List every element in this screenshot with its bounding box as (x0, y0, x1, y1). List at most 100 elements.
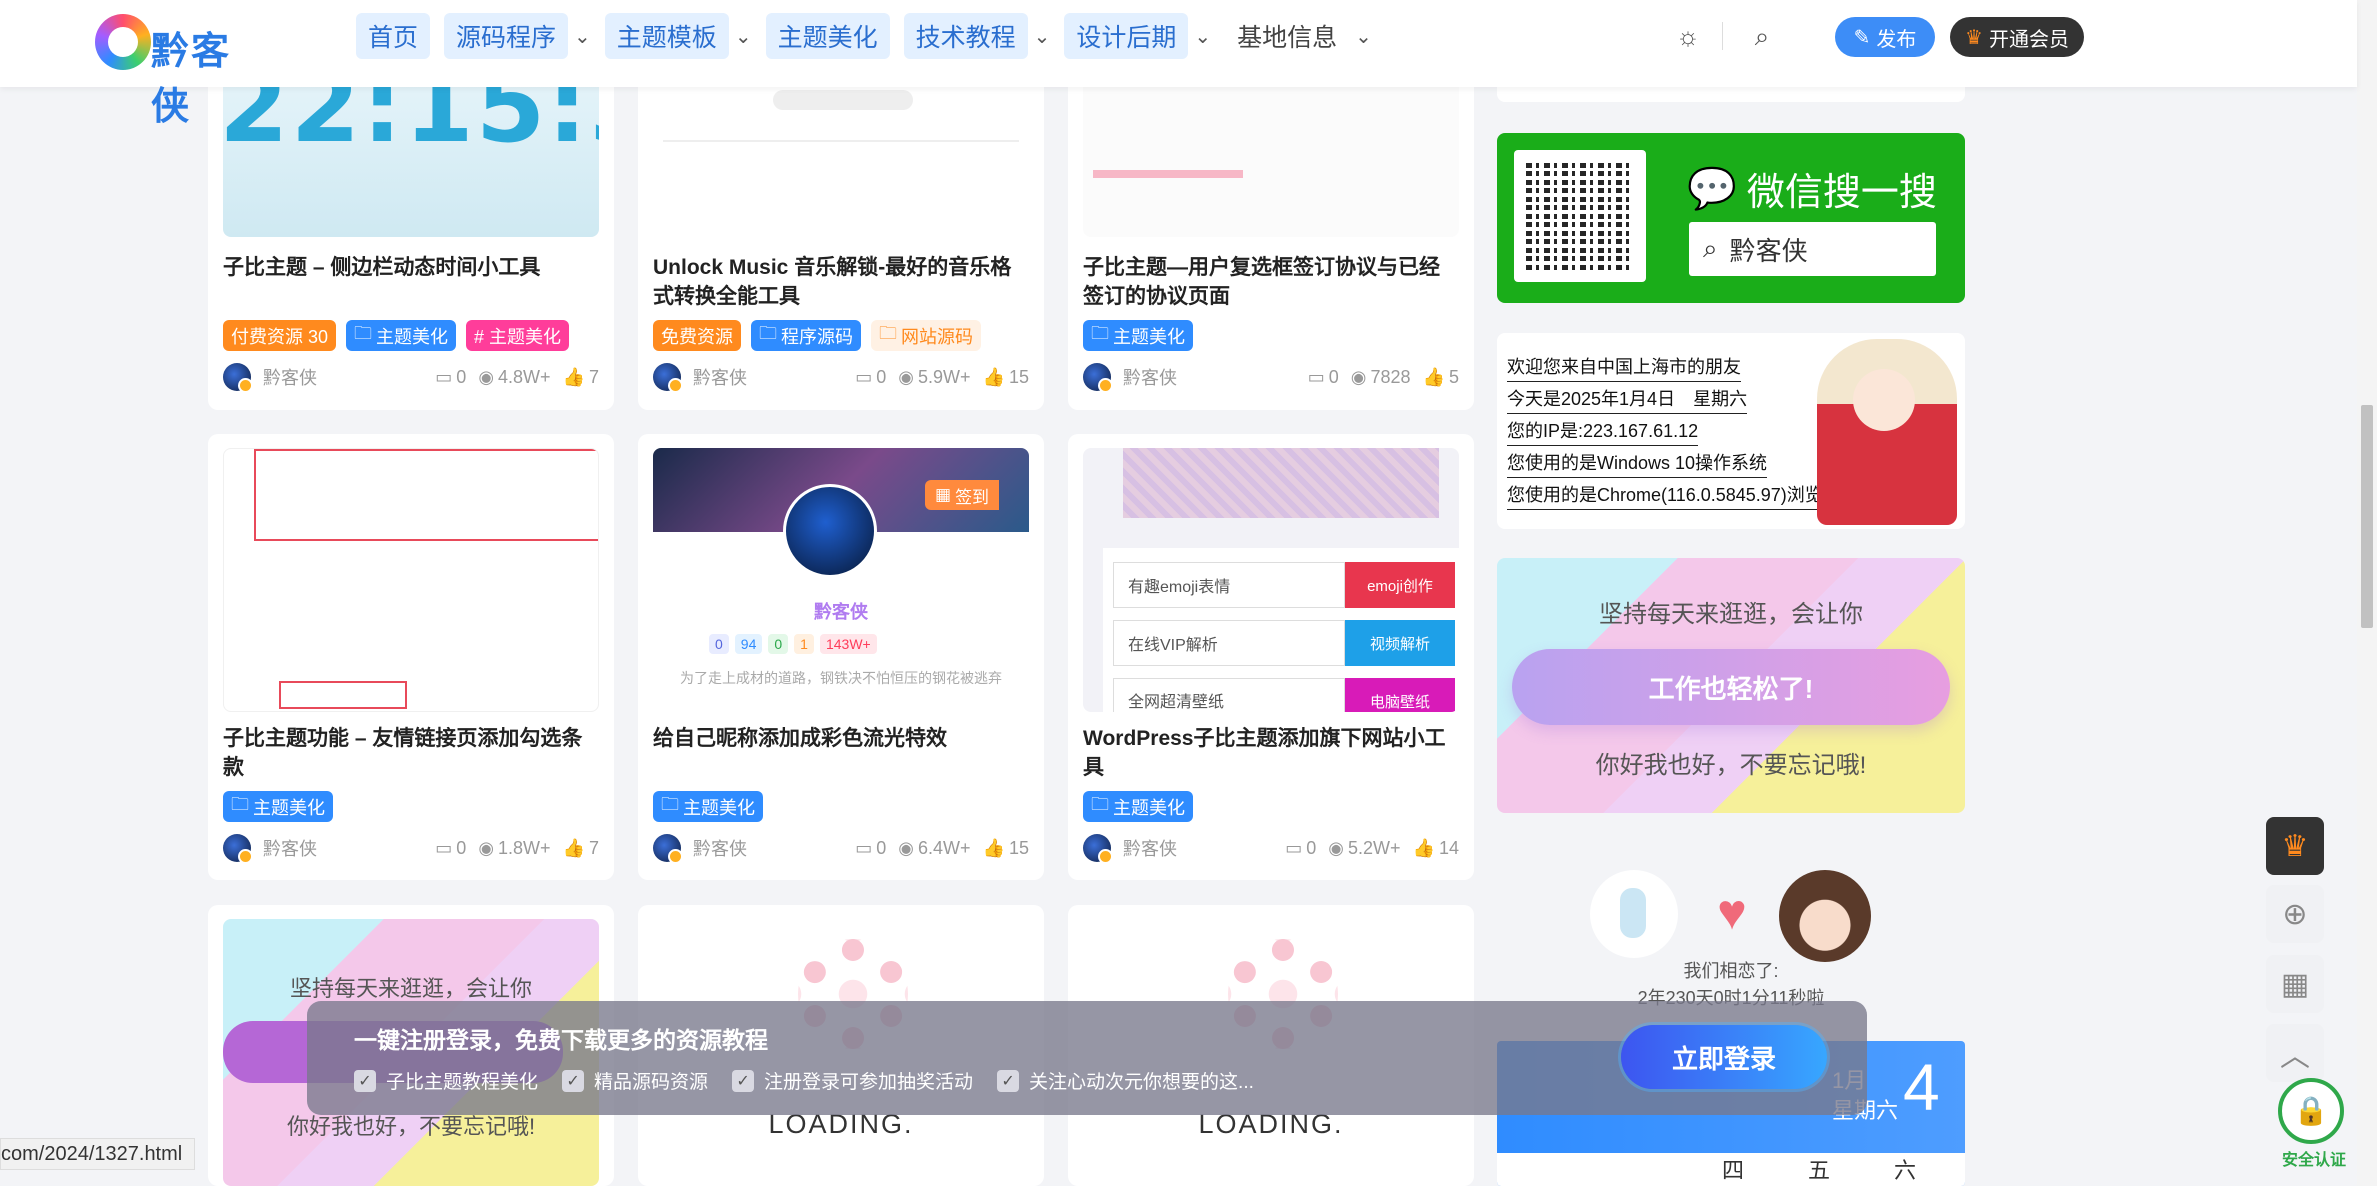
wechat-search-box[interactable]: ⌕ 黔客侠 (1689, 222, 1936, 276)
tag-category[interactable]: 🗀 主题美化 (1083, 320, 1193, 351)
thumbs-up-icon: 👍 (562, 837, 585, 858)
search-icon: ⌕ (1703, 233, 1718, 263)
site-link-button[interactable]: 电脑壁纸 (1345, 678, 1455, 712)
post-meta: 黔客侠 ▭ 0 ◉ 5.2W+ 👍 14 (1083, 833, 1459, 864)
like-count[interactable]: 👍 15 (983, 367, 1029, 388)
folder-icon: 🗀 (1091, 793, 1109, 814)
author-name[interactable]: 黔客侠 (263, 364, 423, 390)
vip-crown-button[interactable]: ♛ (2266, 817, 2324, 875)
tag-free[interactable]: 免费资源 (653, 320, 741, 351)
post-meta: 黔客侠 ▭ 0 ◉ 4.8W+ 👍 7 (223, 362, 599, 393)
benefit-item: ✓ 关注心动次元你想要的这... (997, 1067, 1254, 1094)
author-name[interactable]: 黔客侠 (693, 364, 843, 390)
tag-category[interactable]: 🗀 主题美化 (346, 320, 457, 351)
check-icon: ✓ (354, 1069, 376, 1092)
post-title[interactable]: 给自己昵称添加成彩色流光特效 (653, 724, 1029, 753)
like-count[interactable]: 👍 7 (563, 838, 599, 859)
site-link-button[interactable]: 视频解析 (1345, 620, 1455, 666)
post-card[interactable]: 22:15:30 子比主题 – 侧边栏动态时间小工具 付费资源 30 🗀主题美化… (208, 40, 614, 410)
chevron-down-icon[interactable]: ⌄ (735, 24, 752, 49)
tag-category[interactable]: 🗀 网站源码 (871, 320, 981, 351)
post-meta: 黔客侠 ▭ 0 ◉ 6.4W+ 👍 15 (653, 833, 1029, 864)
post-card[interactable]: ▦ 签到 黔客侠 0 94 0 1 143W+ 为了走上成材的道路，钢铁决不怕恒压… (638, 434, 1044, 880)
like-count[interactable]: 👍 7 (563, 367, 599, 388)
like-count[interactable]: 👍 15 (983, 838, 1029, 859)
comment-icon: ▭ (855, 366, 873, 387)
post-card[interactable]: Unlock Music 音乐解锁-最好的音乐格式转换全能工具 免费资源 🗀 程序… (638, 40, 1044, 410)
thumbs-up-icon: 👍 (1422, 366, 1445, 387)
motto-top: 坚持每天来逛逛，会让你 (1599, 601, 1863, 628)
theme-toggle-icon[interactable]: ☼ (1672, 20, 1704, 52)
nav-base-info[interactable]: 基地信息 (1225, 13, 1349, 59)
login-button[interactable]: 立即登录 (1621, 1025, 1827, 1089)
nav-theme-templates[interactable]: 主题模板 (604, 13, 729, 59)
avatar[interactable] (1083, 363, 1113, 393)
nav-design[interactable]: 设计后期 (1064, 13, 1189, 59)
post-card[interactable]: 子比主题—用户复选框签订协议与已经签订的协议页面 🗀 主题美化 黔客侠 ▭ 0 ◉ 7… (1068, 40, 1474, 410)
checkin-badge[interactable]: ▦ 签到 (925, 480, 1000, 510)
post-meta: 黔客侠 ▭ 0 ◉ 1.8W+ 👍 7 (223, 833, 599, 864)
author-name[interactable]: 黔客侠 (263, 835, 423, 861)
avatar[interactable] (653, 834, 683, 864)
post-title[interactable]: Unlock Music 音乐解锁-最好的音乐格式转换全能工具 (653, 253, 1029, 311)
search-icon[interactable]: ⌕ (1746, 20, 1778, 52)
check-icon: ✓ (997, 1069, 1020, 1092)
chevron-down-icon[interactable]: ⌄ (1355, 24, 1372, 49)
colorful-nickname: 黔客侠 (814, 602, 868, 622)
like-count[interactable]: 👍 14 (1413, 838, 1459, 859)
vip-button[interactable]: ♛ 开通会员 (1950, 17, 2084, 57)
tag-category[interactable]: 🗀 程序源码 (751, 320, 861, 351)
nav-source-code[interactable]: 源码程序 (444, 13, 569, 59)
post-thumbnail[interactable]: 有趣emoji表情 emoji创作 在线VIP解析 视频解析 全网超清壁纸 电脑… (1083, 448, 1459, 712)
avatar[interactable] (223, 363, 253, 393)
text-line (1093, 170, 1243, 178)
chevron-down-icon[interactable]: ⌄ (574, 24, 591, 49)
nav-tutorials[interactable]: 技术教程 (903, 13, 1028, 59)
avatar[interactable] (223, 834, 253, 864)
tag-list: 🗀 主题美化 (1083, 320, 1193, 351)
eye-icon: ◉ (1350, 366, 1367, 387)
qr-code-button[interactable]: ▦ (2266, 955, 2324, 1013)
post-title[interactable]: 子比主题—用户复选框签订协议与已经签订的协议页面 (1083, 253, 1459, 311)
divider (1722, 22, 1723, 50)
scroll-thumb[interactable] (2361, 405, 2373, 628)
add-button[interactable]: ⊕ (2266, 885, 2324, 943)
tag-category[interactable]: 🗀 主题美化 (1083, 791, 1193, 822)
comment-icon: ▭ (1307, 366, 1325, 387)
eye-icon: ◉ (898, 366, 915, 387)
crown-icon: ♛ (1965, 26, 1983, 49)
chevron-down-icon[interactable]: ⌄ (1194, 24, 1211, 49)
security-badge[interactable]: 🔒 安全认证 (2276, 1078, 2352, 1172)
comment-count: ▭ 0 (855, 366, 887, 387)
author-name[interactable]: 黔客侠 (1123, 835, 1273, 861)
post-title[interactable]: 子比主题 – 侧边栏动态时间小工具 (223, 253, 599, 282)
tag-category[interactable]: 🗀 主题美化 (223, 791, 333, 822)
folder-icon: 🗀 (759, 322, 777, 343)
author-name[interactable]: 黔客侠 (1123, 364, 1296, 390)
motto-button[interactable]: 工作也轻松了! (1512, 649, 1950, 725)
post-card[interactable]: 子比主题功能 – 友情链接页添加勾选条款 🗀 主题美化 黔客侠 ▭ 0 ◉ 1.8W+… (208, 434, 614, 880)
avatar[interactable] (1083, 834, 1113, 864)
post-card[interactable]: 有趣emoji表情 emoji创作 在线VIP解析 视频解析 全网超清壁纸 电脑… (1068, 434, 1474, 880)
post-thumbnail[interactable]: ▦ 签到 黔客侠 0 94 0 1 143W+ 为了走上成材的道路，钢铁决不怕恒压… (653, 448, 1029, 712)
tag-topic[interactable]: # 主题美化 (466, 320, 570, 351)
post-badge: 94 (734, 634, 763, 654)
like-count[interactable]: 👍 5 (1423, 367, 1459, 388)
wechat-search-widget: 💬 微信搜一搜 ⌕ 黔客侠 (1497, 133, 1965, 303)
post-title[interactable]: 子比主题功能 – 友情链接页添加勾选条款 (223, 724, 599, 782)
info-line: 您使用的是Windows 10操作系统 (1507, 449, 1768, 478)
back-to-top-button[interactable]: ︿ (2266, 1024, 2324, 1082)
scrollbar[interactable] (2357, 0, 2377, 1186)
author-name[interactable]: 黔客侠 (693, 835, 843, 861)
post-title[interactable]: WordPress子比主题添加旗下网站小工具 (1083, 724, 1459, 782)
nav-home[interactable]: 首页 (356, 13, 431, 59)
avatar[interactable] (653, 363, 683, 393)
tag-paid[interactable]: 付费资源 30 (223, 320, 337, 351)
chevron-down-icon[interactable]: ⌄ (1034, 24, 1051, 49)
site-logo[interactable]: 黔客侠 (95, 12, 255, 128)
tag-category[interactable]: 🗀 主题美化 (653, 791, 763, 822)
site-link-button[interactable]: emoji创作 (1345, 562, 1455, 608)
publish-button[interactable]: ✎ 发布 (1835, 17, 1935, 57)
nav-theme-beautify[interactable]: 主题美化 (765, 13, 890, 59)
post-thumbnail[interactable] (223, 448, 599, 712)
